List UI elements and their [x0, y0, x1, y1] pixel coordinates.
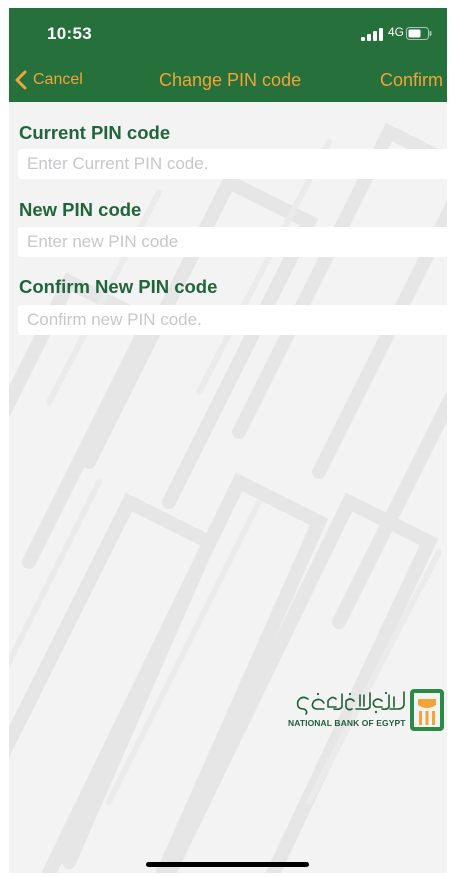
page-title: Change PIN code [159, 70, 302, 90]
status-bar: 10:53 4G [9, 8, 447, 58]
new-pin-input[interactable] [18, 227, 447, 257]
battery-icon [406, 27, 432, 40]
home-indicator[interactable] [146, 862, 309, 867]
signal-bars-icon [361, 28, 383, 41]
status-time: 10:53 [47, 24, 92, 43]
confirm-new-pin-input[interactable] [18, 305, 447, 335]
chevron-left-icon [15, 70, 27, 90]
confirm-new-pin-label: Confirm New PIN code [19, 276, 218, 297]
app-header: 10:53 4G Cancel Change PIN code Confirm [9, 8, 447, 102]
new-pin-label: New PIN code [19, 199, 142, 220]
cancel-button[interactable]: Cancel [15, 68, 83, 92]
navigation-bar: Cancel Change PIN code Confirm [9, 60, 447, 98]
bank-logo: NATIONAL BANK OF EGYPT [286, 687, 446, 735]
cancel-label: Cancel [33, 71, 83, 88]
app-screen: 10:53 4G Cancel Change PIN code Confirm … [9, 8, 447, 873]
current-pin-input[interactable] [18, 149, 447, 179]
bank-logo-icon [410, 689, 444, 731]
current-pin-label: Current PIN code [19, 122, 171, 143]
arabic-wordmark [296, 691, 405, 715]
network-type: 4G [388, 25, 405, 39]
confirm-button[interactable]: Confirm [380, 70, 443, 91]
bank-name-english: NATIONAL BANK OF EGYPT [288, 718, 406, 728]
